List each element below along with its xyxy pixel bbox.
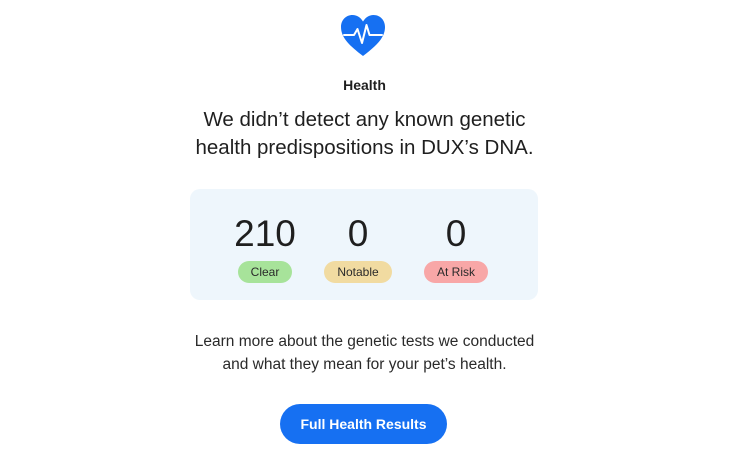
notable-count: 0 [347,213,369,254]
info-text: Learn more about the genetic tests we co… [0,330,729,376]
clear-badge: Clear [237,261,293,283]
full-health-results-button[interactable]: Full Health Results [280,404,447,444]
stat-clear: 210 Clear [225,211,305,283]
section-title: Health [343,77,386,93]
results-summary-card: 210 Clear 0 Notable 0 At Risk [190,189,538,300]
stat-notable: 0 Notable [318,211,398,283]
info-line-2: and what they mean for your pet’s health… [222,356,507,373]
clear-count: 210 [234,213,296,254]
headline: We didn’t detect any known genetic healt… [0,106,729,162]
stat-at-risk: 0 At Risk [416,211,496,283]
at-risk-count: 0 [445,213,467,254]
at-risk-badge: At Risk [423,261,488,283]
info-line-1: Learn more about the genetic tests we co… [194,333,535,350]
headline-line-2: health predispositions in DUX’s DNA. [195,136,534,159]
heart-pulse-icon [341,15,385,56]
notable-badge: Notable [324,261,392,283]
headline-line-1: We didn’t detect any known genetic [203,108,526,131]
